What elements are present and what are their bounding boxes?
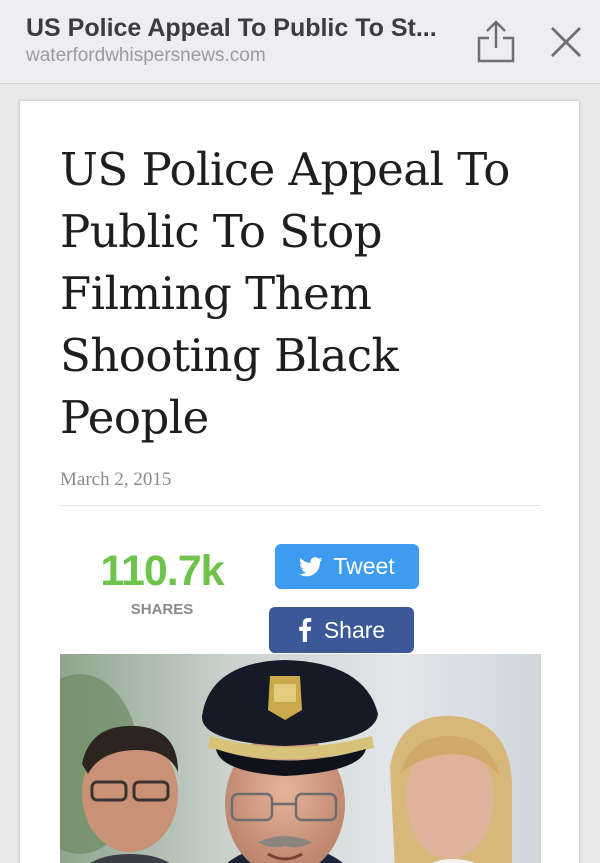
share-count-caption: SHARES [130, 601, 194, 618]
share-count: 110.7k [100, 547, 224, 595]
tweet-button-label: Tweet [333, 553, 395, 579]
twitter-bird-icon [299, 556, 323, 576]
article-card: US Police Appeal To Public To Stop Filmi… [19, 100, 580, 863]
article-date: March 2, 2015 [60, 469, 172, 490]
facebook-share-button[interactable]: Share [269, 607, 414, 653]
share-button[interactable] [474, 18, 518, 66]
facebook-button-label: Share [323, 616, 386, 643]
tweet-button[interactable]: Tweet [275, 544, 419, 589]
divider [60, 505, 541, 506]
page-domain: waterfordwhispersnews.com [26, 45, 266, 66]
facebook-f-icon [299, 618, 312, 642]
share-icon [477, 20, 515, 63]
article-headline: US Police Appeal To Public To Stop Filmi… [60, 143, 510, 444]
close-icon [551, 27, 581, 57]
page-title: US Police Appeal To Public To St... [26, 14, 437, 42]
reader-header: US Police Appeal To Public To St... wate… [0, 0, 600, 84]
close-button[interactable] [546, 22, 586, 62]
article-photo [60, 654, 541, 863]
